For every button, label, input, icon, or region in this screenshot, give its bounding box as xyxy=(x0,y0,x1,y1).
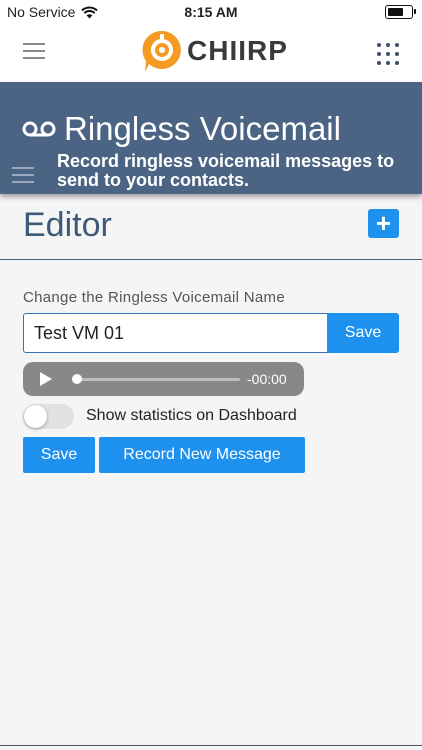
audio-scrubber-handle[interactable] xyxy=(72,374,82,384)
page-subtitle: Record ringless voicemail messages to se… xyxy=(57,151,395,190)
battery-level xyxy=(388,8,403,16)
audio-time: -00:00 xyxy=(247,371,287,387)
voicemail-icon xyxy=(22,121,56,137)
status-bar: No Service 8:15 AM xyxy=(0,0,422,24)
divider xyxy=(0,259,422,260)
voicemail-name-input[interactable] xyxy=(23,313,328,353)
add-button[interactable]: + xyxy=(368,209,399,238)
toggle-knob xyxy=(24,405,47,428)
name-field-label: Change the Ringless Voicemail Name xyxy=(23,289,285,306)
status-time: 8:15 AM xyxy=(184,4,238,20)
editor-title: Editor xyxy=(23,206,112,244)
chiirp-logo-icon xyxy=(142,30,181,73)
dashboard-stats-label: Show statistics on Dashboard xyxy=(86,407,297,424)
bottom-divider xyxy=(0,745,422,746)
brand-name: CHIIRP xyxy=(187,35,288,66)
battery-icon xyxy=(385,5,416,19)
save-name-button[interactable]: Save xyxy=(327,313,399,353)
banner-title-row: Ringless Voicemail xyxy=(22,110,341,148)
apps-grid-icon[interactable] xyxy=(377,43,399,65)
page-banner: Ringless Voicemail Record ringless voice… xyxy=(0,82,422,194)
app-header: CHIIRP xyxy=(0,24,422,82)
save-button[interactable]: Save xyxy=(23,437,95,473)
page-title: Ringless Voicemail xyxy=(64,110,341,147)
record-new-message-button[interactable]: Record New Message xyxy=(99,437,305,473)
hamburger-menu-icon[interactable] xyxy=(23,42,45,60)
play-icon[interactable] xyxy=(40,372,52,386)
hamburger-menu-icon[interactable] xyxy=(12,166,34,184)
audio-player: -00:00 xyxy=(23,362,304,396)
audio-progress-track[interactable] xyxy=(75,378,240,381)
dashboard-stats-toggle[interactable] xyxy=(23,404,74,429)
brand-logo[interactable]: CHIIRP xyxy=(140,28,288,74)
